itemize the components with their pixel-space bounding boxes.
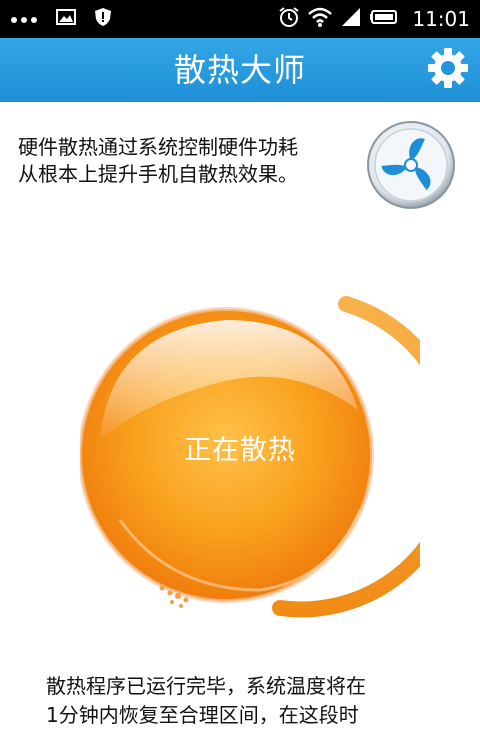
settings-button[interactable] [424, 46, 472, 94]
description-line-2: 从根本上提升手机自散热效果。 [18, 162, 298, 186]
signal-icon [340, 7, 362, 31]
image-icon [56, 9, 76, 29]
battery-icon [370, 9, 400, 29]
shield-icon [94, 7, 112, 31]
result-message: 散热程序已运行完毕，系统温度将在 1分钟内恢复至合理区间，在这段时 [46, 672, 446, 730]
status-bar-right: 11:01 [278, 0, 470, 38]
app-title: 散热大师 [173, 51, 306, 89]
result-line-1: 散热程序已运行完毕，系统温度将在 [46, 674, 366, 698]
clock: 11:01 [412, 7, 470, 31]
description-line-1: 硬件散热通过系统控制硬件功耗 [18, 135, 298, 159]
alarm-icon [278, 6, 300, 32]
wifi-icon [308, 7, 333, 31]
status-bar-left [10, 0, 112, 38]
gear-icon [427, 47, 469, 93]
status-bar: 11:01 [0, 0, 480, 38]
cooling-status-label: 正在散热 [184, 435, 296, 466]
app-bar: 散热大师 [0, 38, 480, 102]
description-text: 硬件散热通过系统控制硬件功耗 从根本上提升手机自散热效果。 [18, 134, 358, 188]
more-dots-icon [10, 10, 38, 29]
fan-button[interactable] [366, 120, 456, 210]
fan-icon [366, 121, 456, 214]
result-line-2: 1分钟内恢复至合理区间，在这段时 [46, 703, 359, 727]
